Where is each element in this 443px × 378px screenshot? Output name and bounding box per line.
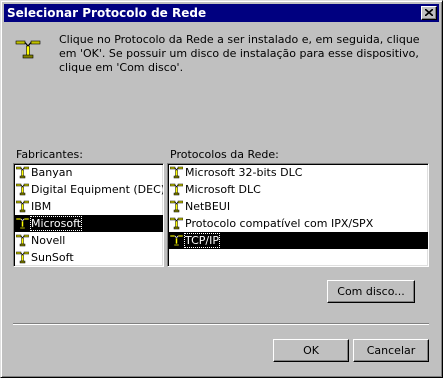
title-bar[interactable]: Selecionar Protocolo de Rede: [4, 4, 439, 22]
protocol-item[interactable]: Microsoft DLC: [168, 181, 428, 198]
manufacturer-item-label: IBM: [31, 200, 52, 213]
protocol-item-label: Microsoft DLC: [185, 183, 261, 196]
manufacturer-item[interactable]: Digital Equipment (DEC): [14, 181, 163, 198]
network-protocol-icon: [170, 183, 183, 196]
network-protocol-icon: [16, 200, 29, 213]
network-protocol-icon: [170, 234, 183, 247]
protocol-item[interactable]: NetBEUI: [168, 198, 428, 215]
manufacturer-item[interactable]: Microsoft: [14, 215, 163, 232]
network-protocol-icon: [170, 200, 183, 213]
manufacturer-item[interactable]: Novell: [14, 232, 163, 249]
network-protocol-icon: [16, 234, 29, 247]
manufacturers-listbox[interactable]: Banyan Digital Equipment (DEC) IBM Microsof…: [13, 163, 164, 267]
network-protocol-icon: [16, 217, 29, 230]
ok-button[interactable]: OK: [273, 339, 349, 362]
select-network-protocol-dialog: Selecionar Protocolo de Rede Clique no P…: [0, 0, 443, 378]
protocol-item[interactable]: Microsoft 32-bits DLC: [168, 164, 428, 181]
network-protocol-icon: [16, 183, 29, 196]
network-protocol-icon: [15, 40, 41, 59]
manufacturer-item-label: Microsoft: [29, 216, 83, 231]
protocol-item[interactable]: Protocolo compatível com IPX/SPX: [168, 215, 428, 232]
manufacturer-item[interactable]: Banyan: [14, 164, 163, 181]
dialog-title: Selecionar Protocolo de Rede: [7, 6, 207, 20]
protocol-item-label: Microsoft 32-bits DLC: [185, 166, 303, 179]
manufacturer-item-label: Banyan: [31, 166, 73, 179]
manufacturer-item-label: SunSoft: [31, 251, 74, 264]
network-protocol-icon: [170, 166, 183, 179]
manufacturers-label: Fabricantes:: [16, 148, 83, 161]
manufacturer-item[interactable]: IBM: [14, 198, 163, 215]
manufacturer-item[interactable]: SunSoft: [14, 249, 163, 266]
protocol-item[interactable]: TCP/IP: [168, 232, 428, 249]
protocol-item-label: NetBEUI: [185, 200, 231, 213]
network-protocol-icon: [16, 251, 29, 264]
protocols-label: Protocolos da Rede:: [170, 148, 279, 161]
manufacturer-item-label: Novell: [31, 234, 66, 247]
protocols-listbox[interactable]: Microsoft 32-bits DLC Microsoft DLC NetBEU…: [167, 163, 429, 267]
protocol-item-label: TCP/IP: [184, 233, 220, 248]
have-disk-button[interactable]: Com disco...: [327, 280, 415, 303]
intro-text: Clique no Protocolo da Rede a ser instal…: [59, 33, 420, 74]
protocol-item-label: Protocolo compatível com IPX/SPX: [185, 217, 374, 230]
close-icon: [425, 9, 433, 16]
close-button[interactable]: [421, 6, 437, 20]
cancel-button[interactable]: Cancelar: [353, 339, 429, 362]
separator: [13, 323, 429, 325]
network-protocol-icon: [16, 166, 29, 179]
manufacturer-item-label: Digital Equipment (DEC): [31, 183, 164, 196]
network-protocol-icon: [170, 217, 183, 230]
